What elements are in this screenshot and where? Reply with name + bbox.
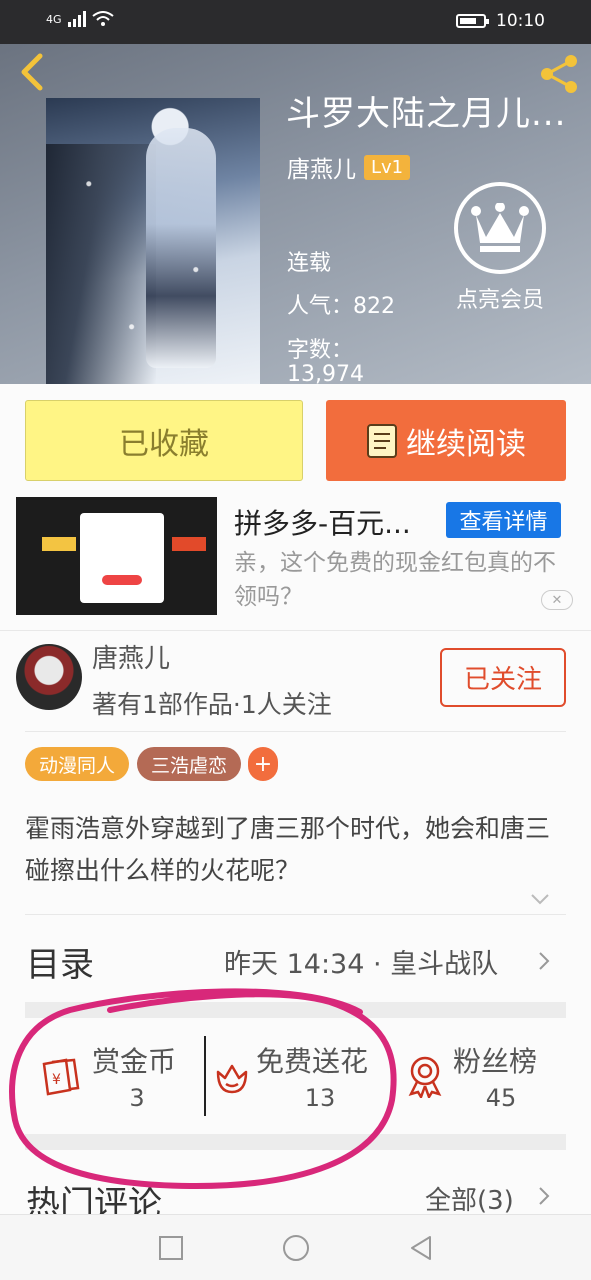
stat-value: 45: [485, 1084, 517, 1112]
network-indicator: 4G: [46, 12, 62, 26]
catalog-title[interactable]: 目录: [26, 937, 94, 986]
continue-reading-label: 继续阅读: [406, 426, 526, 462]
book-cover[interactable]: [46, 98, 260, 384]
catalog-latest-chapter[interactable]: 昨天 14:34 · 皇斗战队: [224, 942, 498, 981]
reward-coins-stat[interactable]: ¥ 赏金币 3: [40, 1040, 190, 1120]
tag-item[interactable]: 三浩虐恋: [137, 747, 241, 781]
collected-button[interactable]: 已收藏: [25, 400, 303, 481]
home-icon[interactable]: [281, 1233, 311, 1263]
system-nav-bar: [0, 1214, 591, 1280]
chevron-right-icon[interactable]: [538, 1186, 550, 1206]
medal-icon: [408, 1056, 442, 1098]
chevron-right-icon[interactable]: [538, 951, 550, 971]
back-nav-icon[interactable]: [406, 1233, 436, 1263]
fan-ranking-stat[interactable]: 粉丝榜 45: [405, 1040, 555, 1120]
stat-separator: [204, 1036, 206, 1116]
stat-value: 13: [304, 1084, 336, 1112]
ad-title[interactable]: 拼多多-百元...: [234, 502, 411, 542]
divider: [25, 914, 566, 915]
flower-icon: [216, 1064, 248, 1094]
ad-description: 亲，这个免费的现金红包真的不领吗？: [234, 550, 556, 610]
status-bar: 4G 10:10: [0, 0, 591, 44]
tag-item[interactable]: 动漫同人: [25, 747, 129, 781]
section-separator: [25, 1134, 566, 1150]
avatar[interactable]: [16, 644, 82, 710]
word-count-value: 13,974: [287, 362, 364, 384]
divider: [25, 731, 566, 732]
battery-icon: [456, 14, 489, 28]
ad-close-icon[interactable]: ✕: [541, 590, 573, 610]
level-badge: Lv1: [364, 154, 411, 180]
follow-button[interactable]: 已关注: [440, 648, 566, 707]
ad-detail-button[interactable]: 查看详情: [446, 502, 561, 538]
ad-image[interactable]: [16, 497, 217, 615]
vip-button[interactable]: 点亮会员: [450, 182, 550, 314]
crown-icon: [471, 203, 529, 252]
send-flower-stat[interactable]: 免费送花 13: [210, 1040, 390, 1120]
stat-label: 免费送花: [256, 1045, 369, 1078]
expand-icon[interactable]: [530, 892, 550, 906]
author-name[interactable]: 唐燕儿: [92, 638, 170, 675]
back-icon[interactable]: [14, 52, 50, 92]
book-synopsis: 霍雨浩意外穿越到了唐三那个时代，她会和唐三碰擦出什么样的火花呢？: [25, 814, 551, 885]
book-title: 斗罗大陆之月儿...: [286, 94, 567, 134]
signal-icon: [67, 11, 86, 27]
wifi-icon: [91, 11, 114, 26]
popularity: 人气：822: [287, 294, 395, 319]
author-stats: 著有1部作品·1人关注: [92, 690, 332, 719]
stat-value: 3: [129, 1084, 145, 1112]
clock: 10:10: [496, 11, 545, 31]
stat-label: 粉丝榜: [453, 1045, 538, 1078]
red-envelope-icon: ¥: [42, 1058, 80, 1096]
continue-reading-button[interactable]: 继续阅读: [326, 400, 566, 481]
add-tag-button[interactable]: +: [248, 747, 278, 781]
all-comments-link[interactable]: 全部(3): [425, 1180, 514, 1217]
recents-icon[interactable]: [156, 1233, 186, 1263]
word-count-label: 字数：: [287, 338, 354, 363]
stat-label: 赏金币: [92, 1045, 177, 1078]
serial-status: 连载: [287, 251, 332, 276]
svg-text:¥: ¥: [52, 1072, 61, 1088]
section-separator: [25, 1002, 566, 1018]
divider: [0, 630, 591, 631]
vip-label: 点亮会员: [455, 288, 544, 313]
book-icon: [367, 423, 397, 458]
book-author[interactable]: 唐燕儿: [287, 150, 356, 184]
